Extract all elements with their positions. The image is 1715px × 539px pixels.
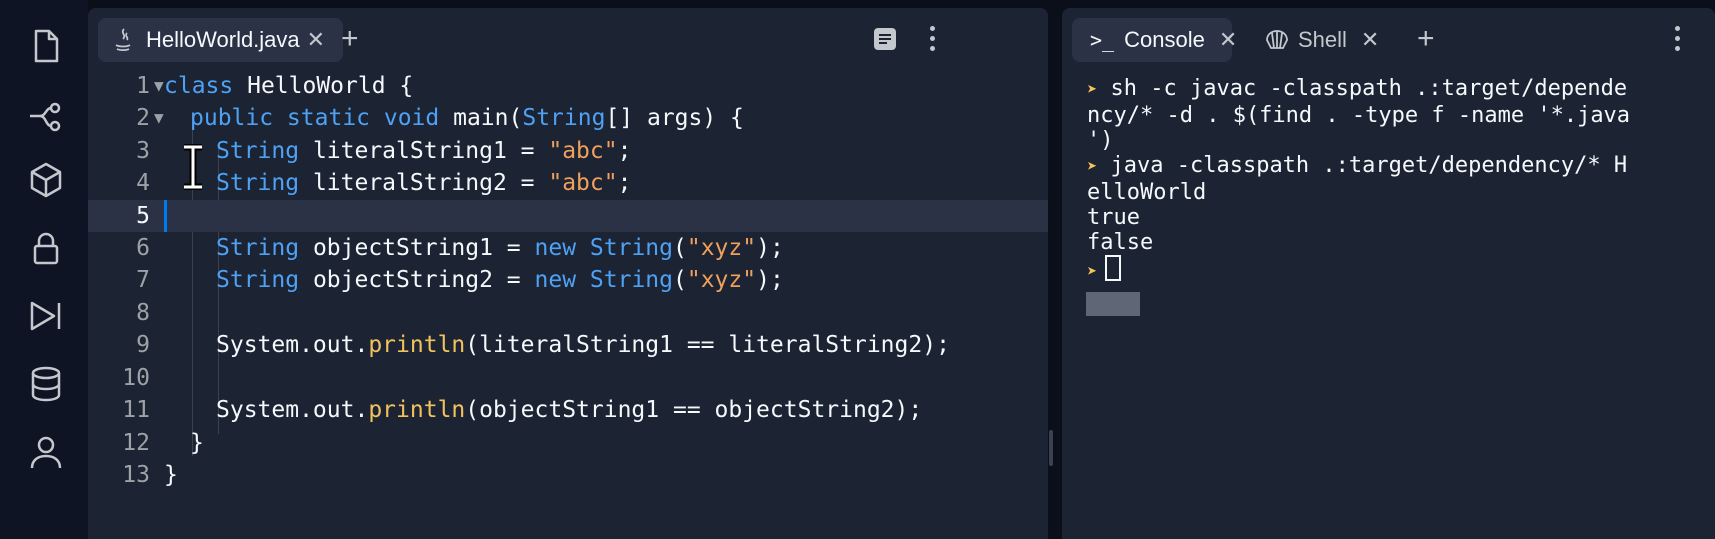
pane-resize-handle[interactable] xyxy=(1049,430,1053,466)
lock-icon[interactable] xyxy=(26,228,66,268)
terminal-cursor xyxy=(1105,255,1122,281)
tab-shell-label: Shell xyxy=(1298,27,1347,52)
code-editor-pane: HelloWorld.java ✕ + 1 ▼ class HelloWorld … xyxy=(88,8,1048,539)
console-line: java -classpath .:target/dependency/* H xyxy=(1110,153,1628,178)
close-console-icon[interactable]: ✕ xyxy=(1219,27,1237,53)
database-icon[interactable] xyxy=(26,364,66,404)
prompt-arrow-icon: ➤ xyxy=(1087,80,1098,100)
console-line: ncy/* -d . $(find . -type f -name '*.jav… xyxy=(1087,103,1631,128)
terminal-prompt-icon: >_ xyxy=(1090,28,1115,52)
ibeam-cursor-icon xyxy=(184,144,202,190)
console-line: false xyxy=(1087,230,1154,255)
console-line: elloWorld xyxy=(1087,180,1207,205)
tab-label: HelloWorld.java xyxy=(146,27,300,52)
close-tab-icon[interactable]: ✕ xyxy=(307,27,325,53)
run-step-icon[interactable] xyxy=(26,296,66,336)
tab-helloworld-java[interactable]: HelloWorld.java ✕ xyxy=(98,18,343,62)
code-line-6: 6 String objectString1 = new String("xyz… xyxy=(136,235,784,261)
shell-icon xyxy=(1266,30,1288,49)
console-placeholder-block xyxy=(1086,292,1140,316)
add-console-tab-icon[interactable]: + xyxy=(1417,24,1435,54)
console-line: true xyxy=(1087,205,1140,230)
file-icon[interactable] xyxy=(26,26,66,66)
code-line-4: 4 String literalString2 = "abc"; xyxy=(136,170,632,196)
editor-more-icon[interactable] xyxy=(930,26,936,56)
code-line-13: 13 } xyxy=(122,462,178,488)
outline-icon[interactable] xyxy=(872,26,898,52)
code-line-8: 8 xyxy=(136,300,150,326)
code-line-12: 12 } xyxy=(122,430,204,456)
text-caret xyxy=(164,200,167,232)
left-sidebar xyxy=(0,0,88,539)
code-line-5: 5 xyxy=(88,200,1048,232)
console-tab-bar: >_ Console ✕ Shell ✕ + xyxy=(1062,8,1715,70)
code-line-3: 3 String literalString1 = "abc"; xyxy=(136,138,632,164)
console-more-icon[interactable] xyxy=(1675,26,1681,56)
close-shell-icon[interactable]: ✕ xyxy=(1361,27,1379,53)
code-line-2: 2 ▼ public static void main(String[] args… xyxy=(136,105,744,131)
code-line-1: 1 ▼ class HelloWorld { xyxy=(136,73,414,99)
java-file-icon xyxy=(115,28,131,52)
add-tab-icon[interactable]: + xyxy=(341,24,359,54)
code-area[interactable]: 1 ▼ class HelloWorld { 2 ▼ public static v… xyxy=(88,70,1048,539)
console-line: sh -c javac -classpath .:target/depende xyxy=(1110,76,1628,101)
console-pane: >_ Console ✕ Shell ✕ + ➤ sh -c javac -cl… xyxy=(1062,8,1715,539)
code-line-7: 7 String objectString2 = new String("xyz… xyxy=(136,267,784,293)
package-icon[interactable] xyxy=(26,160,66,200)
code-line-11: 11 System.out.println(objectString1 == o… xyxy=(122,397,923,423)
console-line: ') xyxy=(1087,128,1114,153)
code-line-10: 10 xyxy=(122,365,150,391)
user-icon[interactable] xyxy=(26,432,66,472)
prompt-arrow-icon: ➤ xyxy=(1087,157,1098,177)
git-branch-icon[interactable] xyxy=(26,96,66,136)
tab-console-label: Console xyxy=(1124,27,1205,52)
console-output[interactable]: ➤ sh -c javac -classpath .:target/depend… xyxy=(1087,76,1707,285)
editor-tab-bar: HelloWorld.java ✕ + xyxy=(88,8,1048,70)
prompt-arrow-icon: ➤ xyxy=(1087,262,1098,282)
code-line-9: 9 System.out.println(literalString1 == l… xyxy=(136,332,950,358)
tab-shell[interactable]: Shell ✕ xyxy=(1264,18,1379,62)
tab-console[interactable]: >_ Console ✕ xyxy=(1072,18,1237,62)
